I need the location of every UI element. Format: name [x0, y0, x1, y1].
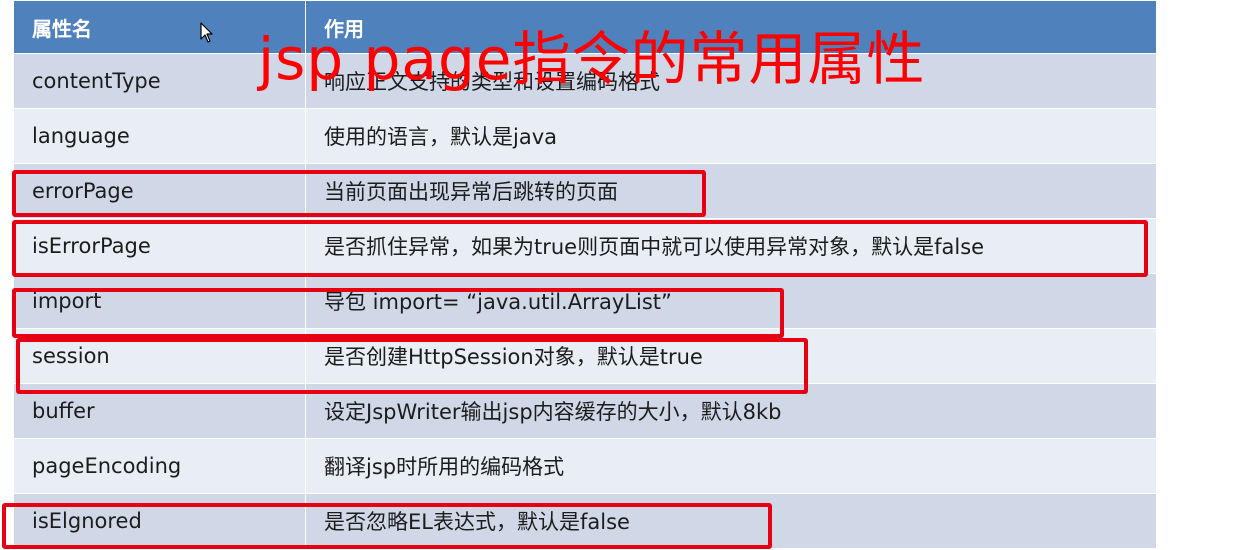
attr-desc-cell: 使用的语言，默认是java: [305, 108, 1157, 164]
overlay-title: jsp page指令的常用属性: [258, 25, 926, 93]
table-row: errorPage 当前页面出现异常后跳转的页面: [13, 163, 1157, 219]
attr-name-cell: errorPage: [13, 163, 306, 219]
attr-desc-cell: 翻译jsp时所用的编码格式: [305, 438, 1157, 494]
attr-name-cell: isElgnored: [13, 493, 306, 549]
attr-name-cell: language: [13, 108, 306, 164]
attr-desc-cell: 是否创建HttpSession对象，默认是true: [305, 328, 1157, 384]
attr-desc-cell: 是否抓住异常，如果为true则页面中就可以使用异常对象，默认是false: [305, 218, 1157, 274]
table-row: import 导包 import= “java.util.ArrayList”: [13, 273, 1157, 329]
attr-name-cell: import: [13, 273, 306, 329]
attr-desc-cell: 设定JspWriter输出jsp内容缓存的大小，默认8kb: [305, 383, 1157, 439]
attr-name-cell: buffer: [13, 383, 306, 439]
table-row: buffer 设定JspWriter输出jsp内容缓存的大小，默认8kb: [13, 383, 1157, 439]
mouse-cursor-icon: [200, 22, 213, 43]
attr-desc-cell: 导包 import= “java.util.ArrayList”: [305, 273, 1157, 329]
table-row: session 是否创建HttpSession对象，默认是true: [13, 328, 1157, 384]
table-row: isErrorPage 是否抓住异常，如果为true则页面中就可以使用异常对象，…: [13, 218, 1157, 274]
attr-name-cell: session: [13, 328, 306, 384]
table-row: language 使用的语言，默认是java: [13, 108, 1157, 164]
attr-name-cell: pageEncoding: [13, 438, 306, 494]
attr-desc-cell: 当前页面出现异常后跳转的页面: [305, 163, 1157, 219]
table-row: pageEncoding 翻译jsp时所用的编码格式: [13, 438, 1157, 494]
attr-name-cell: isErrorPage: [13, 218, 306, 274]
table-row: isElgnored 是否忽略EL表达式，默认是false: [13, 493, 1157, 549]
attr-desc-cell: 是否忽略EL表达式，默认是false: [305, 493, 1157, 549]
